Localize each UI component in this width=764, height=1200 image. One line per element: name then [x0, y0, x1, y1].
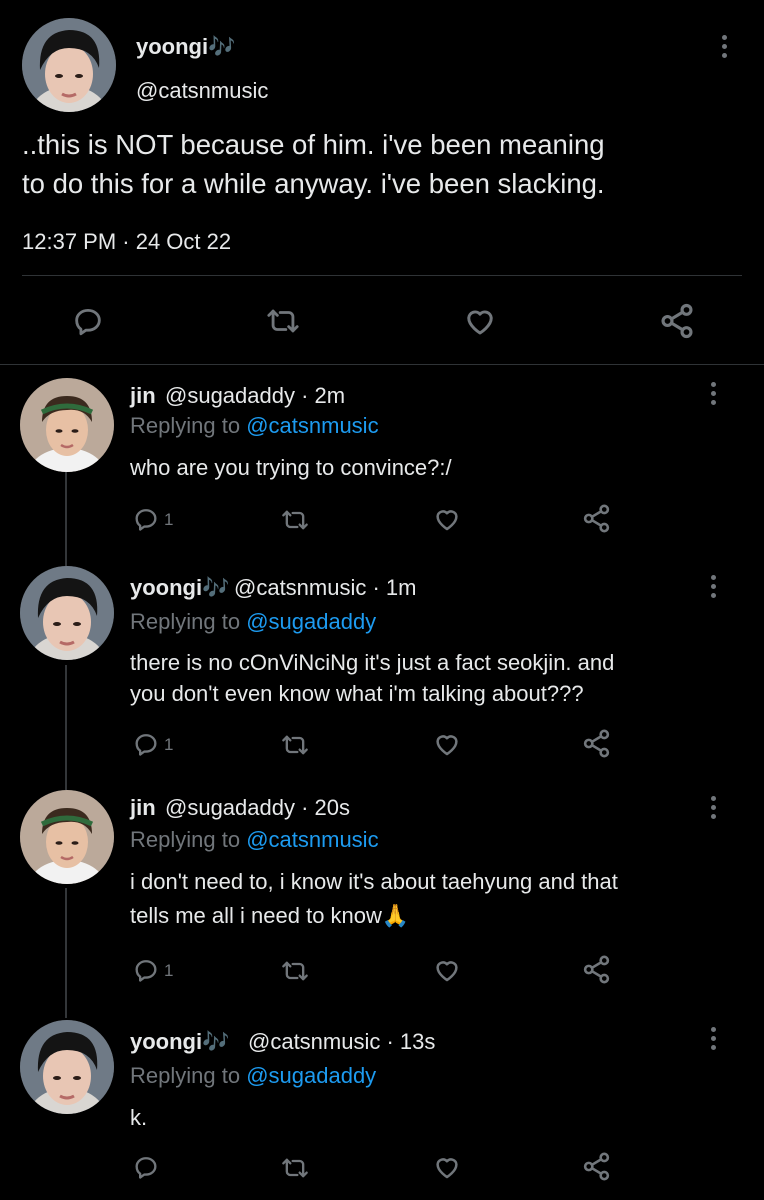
- more-options-icon[interactable]: [711, 1027, 717, 1054]
- reply-author-name[interactable]: jin: [130, 795, 156, 821]
- replying-to-label: Replying to: [130, 609, 241, 634]
- reply-icon[interactable]: [131, 1153, 161, 1181]
- reply-text-line-1: k.: [130, 1105, 148, 1130]
- share-icon[interactable]: [658, 302, 696, 340]
- more-options-icon[interactable]: [711, 796, 717, 823]
- reply-text-line-2: you don't even know what i'm talking abo…: [130, 681, 584, 706]
- replying-to: Replying to @sugadaddy: [130, 1063, 376, 1089]
- replying-to-handle[interactable]: @sugadaddy: [246, 609, 376, 634]
- avatar-yoongi[interactable]: [22, 18, 116, 112]
- tweet-timestamp[interactable]: 12:37 PM · 24 Oct 22: [22, 229, 231, 255]
- reply-count: 1: [164, 735, 174, 754]
- retweet-icon[interactable]: [278, 1154, 312, 1182]
- like-icon[interactable]: [431, 955, 463, 985]
- reply-handle-time[interactable]: @sugadaddy · 2m: [165, 383, 345, 409]
- reply-handle-time[interactable]: @catsnmusic · 1m: [234, 575, 416, 601]
- replying-to-handle[interactable]: @catsnmusic: [246, 827, 378, 852]
- avatar-jin[interactable]: [20, 790, 114, 884]
- reply-author-name[interactable]: yoongi🎶: [130, 575, 230, 601]
- like-icon[interactable]: [431, 729, 463, 759]
- replying-to-label: Replying to: [130, 827, 241, 852]
- thread-line: [65, 470, 67, 570]
- reply-icon[interactable]: [131, 505, 161, 533]
- share-icon[interactable]: [581, 954, 612, 985]
- like-icon[interactable]: [431, 1152, 463, 1182]
- more-options-icon[interactable]: [711, 575, 717, 602]
- tweet-text-line-2: to do this for a while anyway. i've been…: [22, 168, 605, 199]
- like-icon[interactable]: [431, 504, 463, 534]
- retweet-icon[interactable]: [278, 957, 312, 985]
- replying-to-label: Replying to: [130, 1063, 241, 1088]
- replying-to: Replying to @catsnmusic: [130, 827, 379, 853]
- author-handle[interactable]: @catsnmusic: [136, 78, 268, 104]
- reply-text-line-1: i don't need to, i know it's about taehy…: [130, 869, 618, 894]
- share-icon[interactable]: [581, 728, 612, 759]
- replying-to: Replying to @sugadaddy: [130, 609, 376, 635]
- retweet-icon[interactable]: [278, 731, 312, 759]
- reply-handle-time[interactable]: @sugadaddy · 20s: [165, 795, 350, 821]
- share-icon[interactable]: [581, 1151, 612, 1182]
- divider: [22, 275, 742, 276]
- replying-to: Replying to @catsnmusic: [130, 413, 379, 439]
- reply-handle-time[interactable]: @catsnmusic · 13s: [248, 1029, 435, 1055]
- tweet-text-line-1: ..this is NOT because of him. i've been …: [22, 129, 605, 160]
- reply-author-name[interactable]: yoongi🎶: [130, 1029, 230, 1055]
- reply-text-line-1: there is no cOnViNciNg it's just a fact …: [130, 650, 615, 675]
- replying-to-label: Replying to: [130, 413, 241, 438]
- replying-to-handle[interactable]: @catsnmusic: [246, 413, 378, 438]
- avatar-yoongi[interactable]: [20, 1020, 114, 1114]
- avatar-jin[interactable]: [20, 378, 114, 472]
- reply-text-line-2: tells me all i need to know🙏: [130, 903, 410, 928]
- reply-icon[interactable]: [131, 956, 161, 984]
- thread-line: [65, 665, 67, 790]
- retweet-icon[interactable]: [262, 304, 304, 338]
- reply-icon[interactable]: [70, 304, 106, 338]
- thread-line: [65, 888, 67, 1018]
- author-name[interactable]: yoongi🎶: [136, 34, 236, 60]
- divider: [0, 364, 764, 365]
- share-icon[interactable]: [581, 503, 612, 534]
- more-options-icon[interactable]: [722, 35, 728, 62]
- reply-author-name[interactable]: jin: [130, 383, 156, 409]
- avatar-yoongi[interactable]: [20, 566, 114, 660]
- more-options-icon[interactable]: [711, 382, 717, 409]
- reply-icon[interactable]: [131, 730, 161, 758]
- reply-text-line-1: who are you trying to convince?:/: [130, 455, 452, 480]
- reply-count: 1: [164, 961, 174, 980]
- replying-to-handle[interactable]: @sugadaddy: [246, 1063, 376, 1088]
- reply-count: 1: [164, 510, 174, 529]
- like-icon[interactable]: [461, 303, 499, 339]
- retweet-icon[interactable]: [278, 506, 312, 534]
